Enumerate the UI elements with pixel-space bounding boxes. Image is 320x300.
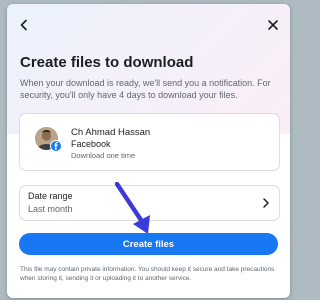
facebook-icon — [50, 140, 62, 152]
date-range-label: Date range — [28, 191, 73, 201]
account-platform: Facebook — [71, 139, 111, 149]
account-name: Ch Ahmad Hassan — [71, 127, 151, 138]
chevron-right-icon — [263, 198, 269, 208]
back-button[interactable] — [13, 14, 35, 36]
date-range-value: Last month — [28, 204, 73, 214]
account-note: Download one time — [71, 151, 136, 160]
dialog-title: Create files to download — [20, 54, 194, 71]
close-button[interactable] — [262, 14, 284, 36]
privacy-footnote: This file may contain private informatio… — [20, 266, 275, 282]
annotation-arrow — [115, 182, 150, 234]
account-card: Ch Ahmad Hassan Facebook Download one ti… — [19, 113, 280, 171]
chevron-left-icon — [20, 19, 27, 31]
download-dialog: Create files to download When your downl… — [7, 4, 290, 298]
create-files-button[interactable]: Create files — [19, 233, 278, 255]
dialog-description: When your download is ready, we'll send … — [20, 78, 271, 100]
close-icon — [268, 20, 278, 30]
